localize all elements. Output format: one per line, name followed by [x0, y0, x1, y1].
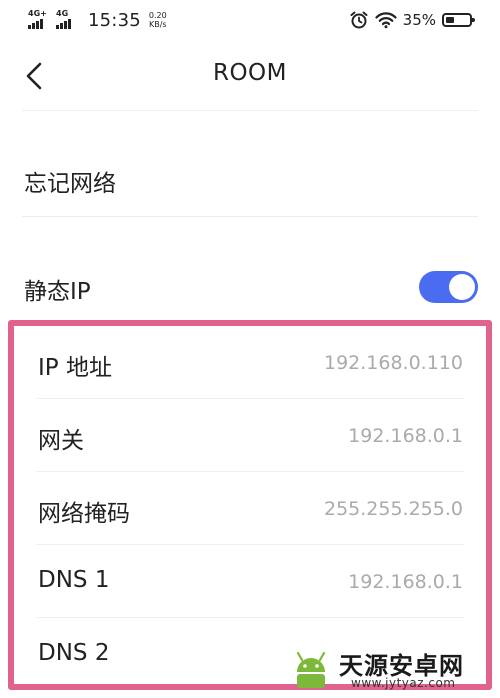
- dns1-value[interactable]: 192.168.0.1: [348, 571, 463, 593]
- app-header: ROOM: [0, 40, 500, 112]
- static-ip-label: 静态IP: [24, 279, 91, 305]
- toggle-knob: [449, 274, 475, 300]
- network-speed: 0.20 KB/s: [149, 11, 167, 29]
- dns1-row[interactable]: DNS 1 192.168.0.1: [14, 545, 486, 618]
- highlight-box: IP 地址 192.168.0.110 网关 192.168.0.1 网络掩码 …: [8, 320, 492, 690]
- battery-icon: [442, 13, 475, 27]
- status-left: 4G+ 4G 15:35 0.20 KB/s: [28, 8, 167, 32]
- watermark: 天源安卓网 www.jytyaz.com: [289, 644, 494, 696]
- dns2-label: DNS 2: [38, 640, 110, 666]
- ip-address-row[interactable]: IP 地址 192.168.0.110: [14, 326, 486, 399]
- android-logo-icon: [296, 651, 326, 688]
- netmask-row[interactable]: 网络掩码 255.255.255.0: [14, 472, 486, 545]
- battery-percent: 35%: [402, 11, 436, 29]
- status-right: 35%: [349, 8, 475, 32]
- ip-address-value[interactable]: 192.168.0.110: [324, 352, 463, 374]
- watermark-url: www.jytyaz.com: [351, 676, 456, 690]
- netmask-value[interactable]: 255.255.255.0: [324, 498, 463, 520]
- ip-address-label: IP 地址: [38, 355, 112, 381]
- forget-network-button[interactable]: 忘记网络: [24, 164, 116, 198]
- wifi-icon: [375, 12, 397, 29]
- alarm-icon: [350, 11, 368, 29]
- cellular-signal-2-icon: 4G: [56, 10, 78, 30]
- status-bar: 4G+ 4G 15:35 0.20 KB/s 35%: [0, 0, 500, 40]
- network-speed-value: 0.20: [148, 11, 167, 20]
- cellular-signal-1-icon: 4G+: [28, 10, 50, 30]
- battery-level: [446, 17, 454, 23]
- network-type-1: 4G+: [28, 9, 47, 18]
- header-divider: [22, 110, 478, 111]
- netmask-label: 网络掩码: [38, 501, 130, 527]
- dns1-label: DNS 1: [38, 567, 110, 593]
- network-type-2: 4G: [56, 9, 69, 18]
- gateway-label: 网关: [38, 428, 84, 454]
- network-speed-unit: KB/s: [148, 20, 167, 29]
- gateway-row[interactable]: 网关 192.168.0.1: [14, 399, 486, 472]
- gateway-value[interactable]: 192.168.0.1: [348, 425, 463, 447]
- static-ip-toggle[interactable]: [419, 271, 478, 303]
- page-title: ROOM: [212, 60, 288, 86]
- status-time: 15:35: [88, 9, 141, 31]
- divider: [22, 216, 478, 217]
